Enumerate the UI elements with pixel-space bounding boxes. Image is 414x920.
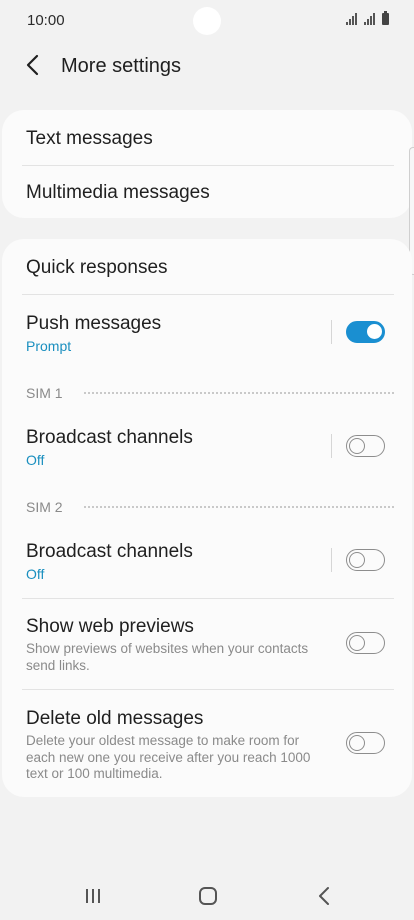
page-title: More settings [61, 55, 182, 77]
sim2-broadcast-label: Broadcast channels [26, 541, 193, 562]
sim2-broadcast-channels-item[interactable]: Broadcast channels Off [26, 539, 394, 585]
signal-icon-2 [364, 13, 375, 25]
status-icons [346, 11, 389, 25]
navigation-bar [0, 872, 414, 920]
quick-responses-item[interactable]: Quick responses [26, 255, 394, 285]
push-messages-toggle[interactable] [346, 321, 385, 343]
message-settings-card: Quick responses Push messages Prompt SIM… [2, 239, 412, 797]
vertical-separator [331, 320, 332, 344]
sim1-header: SIM 1 [26, 385, 63, 401]
back-icon [319, 887, 329, 905]
battery-icon [382, 11, 389, 25]
divider [22, 689, 394, 690]
delete-old-messages-toggle[interactable] [346, 732, 385, 754]
camera-cutout [193, 7, 221, 35]
delete-old-messages-item[interactable]: Delete old messages Delete your oldest m… [26, 706, 394, 786]
push-messages-status: Prompt [26, 338, 72, 354]
text-messages-item[interactable]: Text messages [26, 126, 394, 156]
web-previews-toggle[interactable] [346, 632, 385, 654]
sim1-broadcast-channels-item[interactable]: Broadcast channels Off [26, 425, 394, 471]
signal-icon-1 [346, 13, 357, 25]
home-icon [199, 887, 217, 905]
sim2-divider [84, 506, 394, 508]
push-messages-item[interactable]: Push messages Prompt [26, 311, 394, 357]
recent-apps-button[interactable] [78, 884, 108, 908]
sim1-broadcast-status: Off [26, 452, 45, 468]
toggle-knob [348, 634, 365, 651]
vertical-separator [331, 434, 332, 458]
sim1-broadcast-toggle[interactable] [346, 435, 385, 457]
toggle-knob [348, 437, 365, 454]
web-previews-description: Show previews of websites when your cont… [26, 641, 309, 673]
toggle-knob [348, 551, 365, 568]
recent-apps-icon [86, 889, 100, 903]
vertical-separator [331, 548, 332, 572]
web-previews-label: Show web previews [26, 616, 194, 637]
message-types-card: Text messages Multimedia messages [2, 110, 412, 218]
back-button[interactable] [18, 50, 48, 80]
web-previews-item[interactable]: Show web previews Show previews of websi… [26, 614, 394, 676]
app-header: More settings [0, 44, 414, 90]
multimedia-messages-label: Multimedia messages [26, 182, 210, 203]
sim2-broadcast-status: Off [26, 566, 45, 582]
status-bar: 10:00 [0, 0, 414, 42]
push-messages-label: Push messages [26, 313, 162, 334]
sim2-broadcast-toggle[interactable] [346, 549, 385, 571]
delete-old-messages-label: Delete old messages [26, 708, 204, 729]
status-time: 10:00 [27, 12, 65, 29]
toggle-knob [365, 322, 384, 341]
sim2-header: SIM 2 [26, 499, 63, 515]
multimedia-messages-item[interactable]: Multimedia messages [26, 182, 394, 212]
toggle-knob [348, 734, 365, 751]
nav-back-button[interactable] [309, 884, 339, 908]
divider [22, 294, 394, 295]
divider [22, 165, 394, 166]
sim1-divider [84, 392, 394, 394]
home-button[interactable] [193, 884, 223, 908]
sim1-broadcast-label: Broadcast channels [26, 427, 193, 448]
delete-old-messages-description: Delete your oldest message to make room … [26, 733, 311, 781]
chevron-left-icon [26, 54, 39, 76]
text-messages-label: Text messages [26, 128, 153, 149]
quick-responses-label: Quick responses [26, 257, 168, 278]
divider [22, 598, 394, 599]
